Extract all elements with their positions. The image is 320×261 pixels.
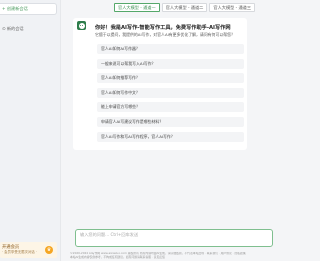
model-tabs: 官人大模型 - 通道一 官人大模型 - 通道二 官人大模型 - 通道三 xyxy=(114,3,256,12)
suggestion-item[interactable]: 能上申请官方写哪些？ xyxy=(97,102,244,113)
tab-channel-3[interactable]: 官人大模型 - 通道三 xyxy=(209,3,256,12)
new-chat-button[interactable]: + 创建新会话 xyxy=(0,3,57,15)
sidebar-item-chat[interactable]: ⊙ 新的会话 xyxy=(0,24,57,34)
suggestion-item[interactable]: 一般来说可以帮我写入AI写作？ xyxy=(97,58,244,69)
suggestion-list: 官人AI如何AI写作器？ 一般来说可以帮我写入AI写作？ 官人AI如何推荐写作？… xyxy=(97,44,244,146)
suggestion-item[interactable]: 官人AI如何AI写作器？ xyxy=(97,44,244,54)
vip-banner[interactable]: 开通会员 · 会员享受无限次对话 · ♛ xyxy=(0,242,57,258)
suggestion-item[interactable]: 申请官人AI写建议写作是哪些材料？ xyxy=(97,116,244,127)
tab-channel-1[interactable]: 官人大模型 - 通道一 xyxy=(114,3,160,12)
message-input[interactable] xyxy=(76,230,272,246)
suggestion-item[interactable]: 官人AI如何推荐写作？ xyxy=(97,73,244,84)
greeting-title: 你好！我是AI写作-智能写作工具，免费写作助手-AI写作网 xyxy=(95,25,231,31)
sidebar: + 创建新会话 ⊙ 新的会话 开通会员 · 会员享受无限次对话 · ♛ xyxy=(0,0,61,261)
crown-icon: ♛ xyxy=(45,246,53,254)
footer: ©2020-2024 AI写作网 www.aixiezuo.com 版权所有 所… xyxy=(70,252,273,259)
bot-avatar-icon xyxy=(77,21,86,30)
vip-text: 开通会员 · 会员享受无限次对话 · xyxy=(0,245,45,256)
tab-channel-2[interactable]: 官人大模型 - 通道二 xyxy=(161,3,208,12)
chat-message-card: 你好！我是AI写作-智能写作工具，免费写作助手-AI写作网 它擅于以提问，我提供… xyxy=(73,18,247,150)
suggestion-item[interactable]: 官人AI写作和写AI写作程序，官人AI写作？ xyxy=(97,131,244,142)
greeting-subtitle: 它擅于以提问，我提供的AI写作，对官人AI有更多优化了解，请问有何可以帮您？ xyxy=(95,32,235,37)
vip-subtitle: · 会员享受无限次对话 · xyxy=(2,250,37,254)
message-input-box xyxy=(75,229,273,247)
footer-line-2: 本站AI生成内容仅供参考，不构成任何建议。如有问题请联系客服 · 意见反馈 xyxy=(70,254,165,259)
suggestion-item[interactable]: 官人AI如何写作中文？ xyxy=(97,87,244,98)
